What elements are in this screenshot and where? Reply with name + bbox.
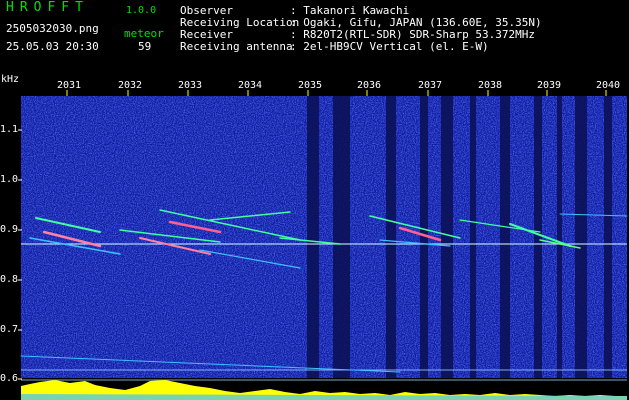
app-version: 1.0.0 — [126, 5, 157, 16]
x-tick-label: 2038 — [478, 80, 503, 91]
file-datetime: 25.05.03 20:30 — [6, 40, 99, 53]
x-tick-label: 2040 — [596, 80, 621, 91]
dark-bands — [307, 96, 612, 378]
meteor-label: meteor — [124, 27, 164, 40]
app-title: HROFFT — [6, 0, 89, 15]
spectrogram-plot — [18, 90, 628, 400]
x-tick-label: 2036 — [357, 80, 382, 91]
x-tick-label: 2039 — [537, 80, 562, 91]
meteor-count: 59 — [138, 40, 152, 53]
antenna-label: Receiving antenna — [180, 40, 293, 53]
y-tick-label: 0.8 — [0, 274, 19, 285]
x-tick-label: 2034 — [238, 80, 263, 91]
spectrum-background — [21, 96, 627, 378]
x-tick-label: 2033 — [178, 80, 203, 91]
spectrum-specks — [21, 96, 627, 378]
signal-level-trace — [21, 380, 627, 400]
x-tick-label: 2032 — [118, 80, 143, 91]
x-tick-marks — [66, 90, 607, 96]
signal-level-fill — [21, 394, 627, 400]
x-tick-label: 2031 — [57, 80, 82, 91]
y-tick-label: 0.7 — [0, 324, 19, 335]
y-tick-label: 1.0 — [0, 174, 19, 185]
x-tick-label: 2037 — [418, 80, 443, 91]
meteor-echoes — [20, 209, 628, 373]
y-tick-label: 1.1 — [0, 124, 19, 135]
y-tick-marks — [18, 129, 22, 380]
antenna-value: : 2el-HB9CV Vertical (el. E-W) — [290, 40, 489, 53]
y-tick-label: 0.6 — [0, 373, 19, 384]
meteor-spectrogram-window: { "app": { "title": "HROFFT", "version":… — [0, 0, 629, 400]
y-tick-label: 0.9 — [0, 224, 19, 235]
file-name: 2505032030.png — [6, 22, 99, 35]
x-tick-label: 2035 — [298, 80, 323, 91]
spectrum-noise — [21, 96, 627, 378]
y-axis-unit: kHz — [1, 74, 20, 85]
